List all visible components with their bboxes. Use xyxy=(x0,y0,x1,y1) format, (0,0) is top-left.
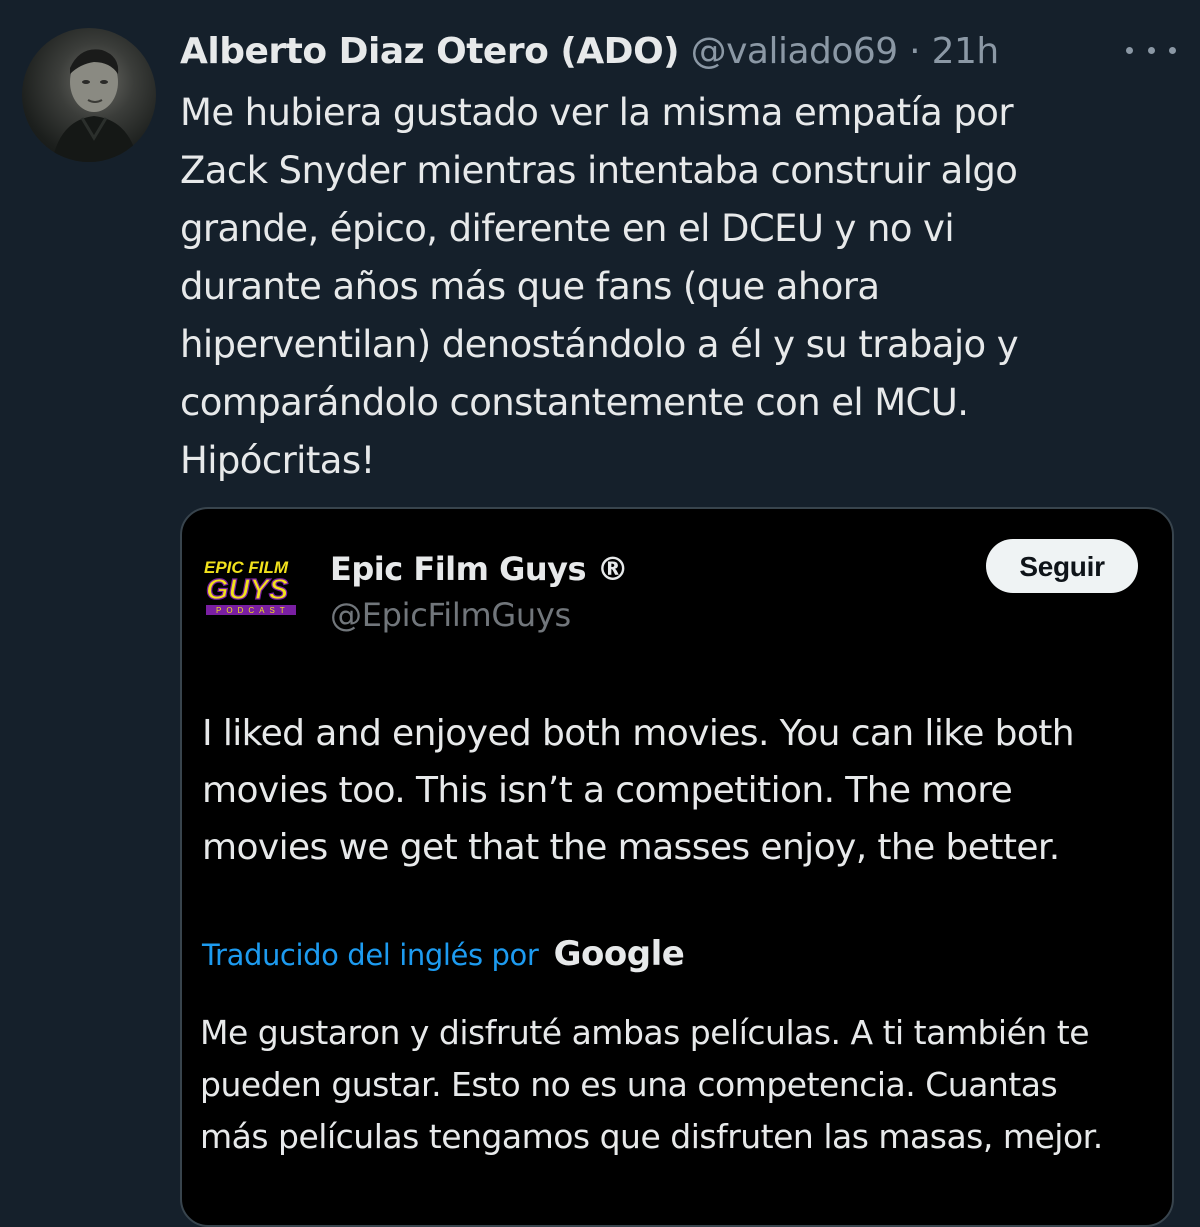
quoted-tweet-text: I liked and enjoyed both movies. You can… xyxy=(202,713,1075,868)
quoted-author-handle[interactable]: @EpicFilmGuys xyxy=(330,593,571,637)
google-wordmark: Google xyxy=(553,934,685,974)
tweet-header: Alberto Diaz Otero (ADO) @valiado69 · 21… xyxy=(180,24,1170,80)
tweet: Alberto Diaz Otero (ADO) @valiado69 · 21… xyxy=(0,0,1200,1227)
author-avatar[interactable] xyxy=(22,28,156,162)
author-display-name[interactable]: Alberto Diaz Otero (ADO) xyxy=(180,31,680,72)
tweet-text: Me hubiera gustado ver la misma empatía … xyxy=(180,91,1019,482)
logo-text-podcast: PODCAST xyxy=(216,606,290,615)
quoted-author-display-name[interactable]: Epic Film Guys ® xyxy=(330,547,629,591)
ellipsis-dot xyxy=(1147,46,1155,54)
meta-separator: · xyxy=(909,31,921,72)
author-handle[interactable]: @valiado69 xyxy=(691,31,899,72)
translated-text: Me gustaron y disfruté ambas películas. … xyxy=(200,1013,1103,1156)
tweet-timestamp[interactable]: 21h xyxy=(932,31,1000,72)
ellipsis-dot xyxy=(1169,46,1176,54)
translation-attribution: Traducido del inglés por Google xyxy=(202,929,685,979)
ellipsis-dot xyxy=(1126,46,1133,54)
quoted-tweet-card[interactable]: EPIC FILM GUYS PODCAST Epic Film Guys ® … xyxy=(180,507,1174,1227)
logo-text-guys: GUYS xyxy=(206,574,289,606)
ellipsis-icon[interactable] xyxy=(1126,40,1176,60)
translation-link[interactable]: Traducido del inglés por xyxy=(202,938,539,972)
quoted-author-logo[interactable]: EPIC FILM GUYS PODCAST xyxy=(200,549,306,621)
epic-film-guys-logo-icon: EPIC FILM GUYS PODCAST xyxy=(200,549,306,621)
follow-button[interactable]: Seguir xyxy=(986,539,1138,593)
avatar-portrait-image xyxy=(52,49,138,162)
